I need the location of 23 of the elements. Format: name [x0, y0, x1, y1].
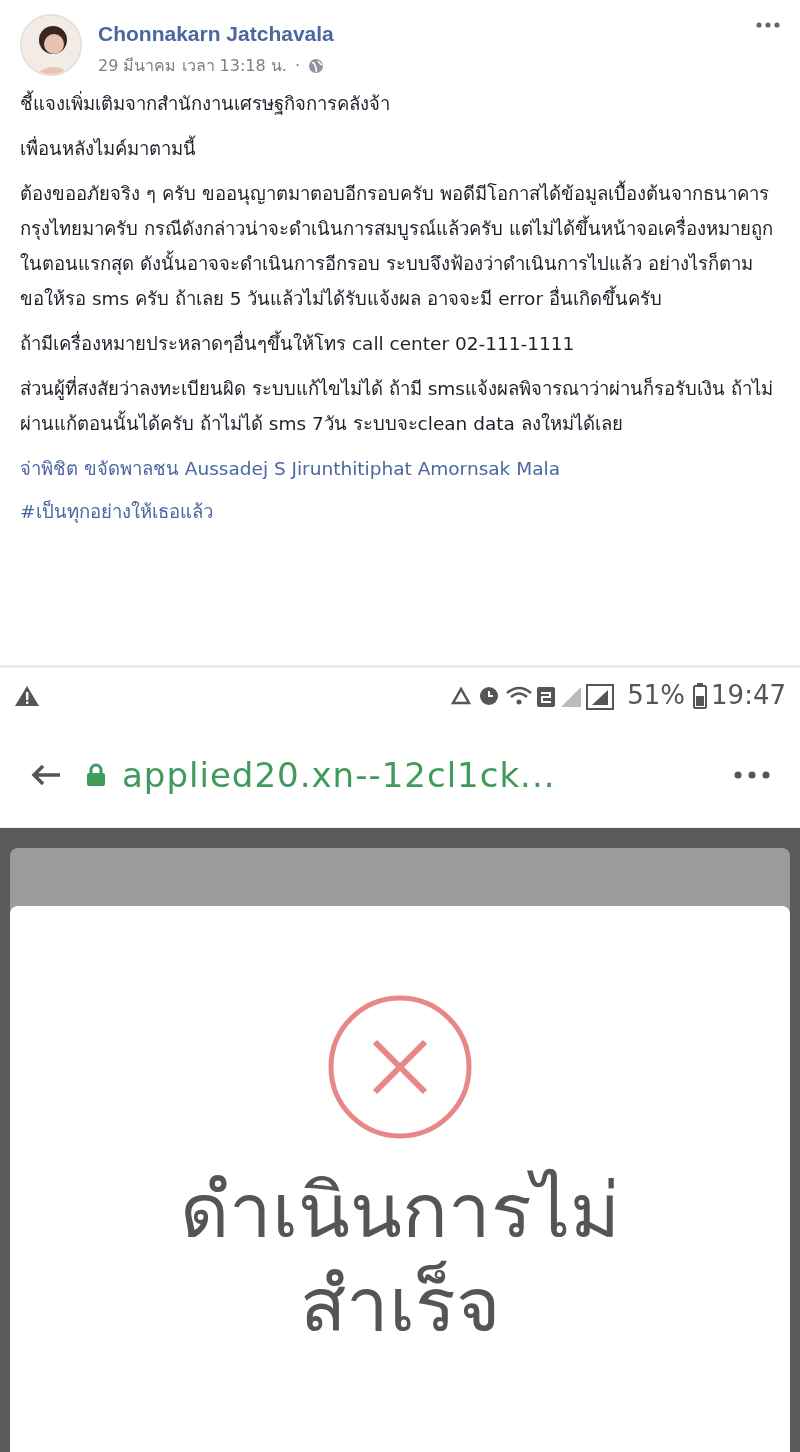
more-options-icon[interactable]	[734, 771, 770, 779]
error-icon	[327, 994, 473, 1140]
post-paragraph: ชี้แจงเพิ่มเติมจากสำนักงานเศรษฐกิจการคลังจ้า	[20, 89, 391, 117]
warning-icon	[14, 684, 40, 707]
battery-percent: 51%	[627, 679, 686, 712]
error-message: ดำเนินการไม่	[180, 1165, 620, 1257]
back-arrow-icon[interactable]	[30, 763, 62, 787]
clock-time: 19:47	[711, 679, 786, 712]
post-paragraph: ต้องขออภัยจริง ๆ ครับ ขออนุญาตมาตอบอีกรอบครับ พอดีมีโอกาสได้ข้อมูลเบื้องต้นจากธนาคารกรุงไทยมาครับ กรณีดังกล่าวน่าจะดำเนินการสมบูรณ์แล้วครับ แต่ไม่ได้ขึ้นหน้าจอเครื่องหมายถูกในตอนแรกสุด ดังนั้นอาจจะดำเนินการอีกรอบ ระบบจึงฟ้องว่าดำเนินการไปแล้ว อย่างไรก็ตาม ขอให้รอ sms ครับ ถ้าเลย 5 วันแล้วไม่ได้รับแจ้งผล อาจจะมี error อื่นเกิดขึ้นครับ	[20, 179, 774, 311]
more-options-icon[interactable]	[756, 22, 780, 28]
author-name[interactable]: Chonnakarn Jatchavala	[98, 18, 334, 50]
post-paragraph: ส่วนผู้ที่สงสัยว่าลงทะเบียนผิด ระบบแก้ไขไม่ได้ ถ้ามี smsแจ้งผลพิจารณาว่าผ่านก็รอรับเงิน ถ้าไม่ผ่านแก้ตอนนั้นได้ครับ ถ้าไม่ได้ sms 7วัน ระบบจะclean data ลงใหม่ได้เลย	[20, 375, 774, 436]
post-paragraph: ถ้ามีเครื่องหมายประหลาดๆอื่นๆขึ้นให้โทร call center 02-111-1111	[20, 329, 576, 356]
error-message: สำเร็จ	[299, 1259, 501, 1351]
post-timestamp[interactable]: 29 มีนาคม เวลา 13:18 น.	[98, 53, 287, 78]
tagged-names-link[interactable]: จ่าพิชิต ขจัดพาลชน Aussadej S Jirunthitiphat Amornsak Mala	[20, 450, 780, 486]
hashtag-link[interactable]: #เป็นทุกอย่างให้เธอแล้ว	[20, 493, 780, 529]
post-paragraph: เพื่อนหลังไมค์มาตามนี้	[20, 134, 197, 161]
battery-icon	[693, 682, 708, 709]
url-text[interactable]: applied20.xn--12cl1ck...	[122, 749, 556, 801]
lock-icon	[86, 763, 106, 787]
separator-dot: ·	[294, 54, 300, 77]
globe-icon	[308, 57, 324, 74]
